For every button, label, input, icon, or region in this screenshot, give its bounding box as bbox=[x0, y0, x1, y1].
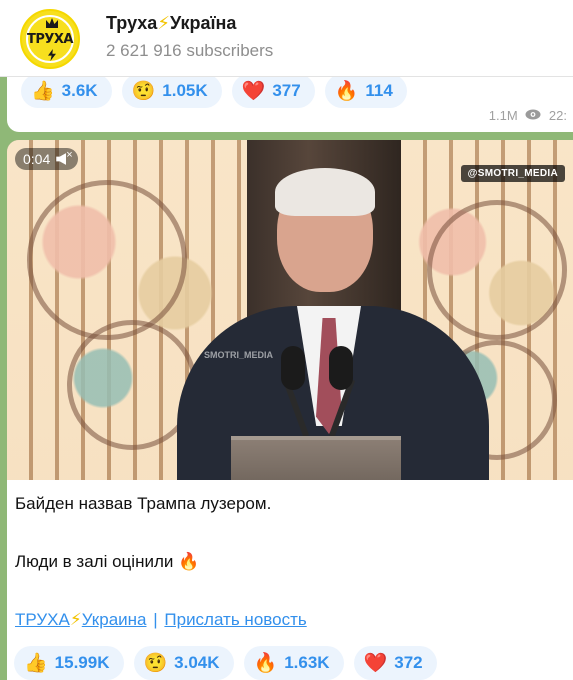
reaction-count: 372 bbox=[394, 653, 423, 672]
previous-post-reactions: 👍 3.6K 🤨 1.05K ❤️ 377 🔥 114 bbox=[21, 74, 407, 108]
video-player[interactable]: SMOTRI_MEDIA @SMOTRI_MEDIA 0:04 bbox=[7, 140, 573, 480]
raised-eyebrow-icon: 🤨 bbox=[131, 79, 156, 102]
channel-name-part-1: Труха bbox=[106, 13, 158, 33]
post-bubble: SMOTRI_MEDIA @SMOTRI_MEDIA 0:04 Байден н… bbox=[7, 140, 573, 680]
reaction-fire[interactable]: 🔥 114 bbox=[324, 74, 407, 108]
post-caption-line-2: Люди в залі оцінили 🔥 bbox=[15, 552, 555, 572]
subscriber-count: 2 621 916 subscribers bbox=[106, 41, 274, 60]
speaker-hair bbox=[275, 168, 375, 216]
glass-arch bbox=[27, 180, 187, 340]
channel-avatar[interactable]: ТРУХА bbox=[20, 9, 80, 69]
reaction-heart[interactable]: ❤️ 377 bbox=[231, 74, 315, 108]
reaction-raised-eyebrow[interactable]: 🤨 3.04K bbox=[133, 646, 234, 680]
microphone bbox=[281, 346, 305, 390]
reaction-count: 3.6K bbox=[61, 81, 98, 100]
thumbs-up-icon: 👍 bbox=[24, 651, 48, 674]
link-separator: | bbox=[153, 610, 158, 629]
reaction-count: 114 bbox=[365, 81, 393, 100]
eye-icon bbox=[525, 108, 541, 123]
post-meta: 1.1M 22: bbox=[489, 108, 567, 123]
thumbs-up-icon: 👍 bbox=[31, 79, 55, 102]
reaction-count: 1.05K bbox=[162, 81, 208, 100]
reaction-count: 3.04K bbox=[174, 653, 220, 672]
fire-icon: 🔥 bbox=[178, 552, 200, 572]
heart-icon: ❤️ bbox=[363, 651, 388, 674]
lightning-icon: ⚡ bbox=[157, 13, 170, 33]
caption-text: Люди в залі оцінили bbox=[15, 552, 174, 571]
video-duration: 0:04 bbox=[23, 151, 51, 167]
post-reactions: 👍 15.99K 🤨 3.04K 🔥 1.63K ❤️ 372 bbox=[14, 646, 437, 680]
channel-link-part-2[interactable]: Украина bbox=[82, 610, 147, 629]
heart-icon: ❤️ bbox=[241, 79, 266, 102]
avatar-logo-text: ТРУХА bbox=[26, 32, 74, 47]
reaction-thumbs-up[interactable]: 👍 15.99K bbox=[14, 646, 124, 680]
speaker-muted-icon[interactable] bbox=[56, 149, 72, 165]
lightning-icon: ⚡ bbox=[69, 610, 82, 629]
channel-header[interactable]: ТРУХА Труха⚡Україна 2 621 916 subscriber… bbox=[0, 0, 573, 77]
reaction-count: 377 bbox=[272, 81, 301, 100]
lectern bbox=[231, 436, 401, 480]
channel-name[interactable]: Труха⚡Україна bbox=[106, 13, 236, 34]
reaction-raised-eyebrow[interactable]: 🤨 1.05K bbox=[121, 74, 222, 108]
fire-icon: 🔥 bbox=[334, 79, 359, 102]
post-time: 22: bbox=[548, 108, 567, 123]
microphone bbox=[329, 346, 353, 390]
reaction-count: 1.63K bbox=[284, 653, 330, 672]
reaction-thumbs-up[interactable]: 👍 3.6K bbox=[21, 74, 112, 108]
reaction-heart[interactable]: ❤️ 372 bbox=[353, 646, 437, 680]
watermark-small: SMOTRI_MEDIA bbox=[204, 350, 274, 360]
glass-arch bbox=[427, 200, 567, 340]
view-count: 1.1M bbox=[488, 108, 518, 123]
raised-eyebrow-icon: 🤨 bbox=[143, 651, 168, 674]
fire-icon: 🔥 bbox=[253, 651, 278, 674]
channel-link-part-1[interactable]: ТРУХА bbox=[15, 610, 70, 629]
reaction-fire[interactable]: 🔥 1.63K bbox=[243, 646, 344, 680]
post-links: ТРУХА⚡Украина | Прислать новость bbox=[15, 610, 307, 630]
channel-name-part-2: Україна bbox=[169, 13, 237, 33]
submit-news-link[interactable]: Прислать новость bbox=[164, 610, 306, 629]
video-duration-badge[interactable]: 0:04 bbox=[15, 148, 79, 170]
post-caption-line-1: Байден назвав Трампа лузером. bbox=[15, 494, 272, 513]
reaction-count: 15.99K bbox=[54, 653, 110, 672]
watermark-label: @SMOTRI_MEDIA bbox=[460, 165, 565, 182]
